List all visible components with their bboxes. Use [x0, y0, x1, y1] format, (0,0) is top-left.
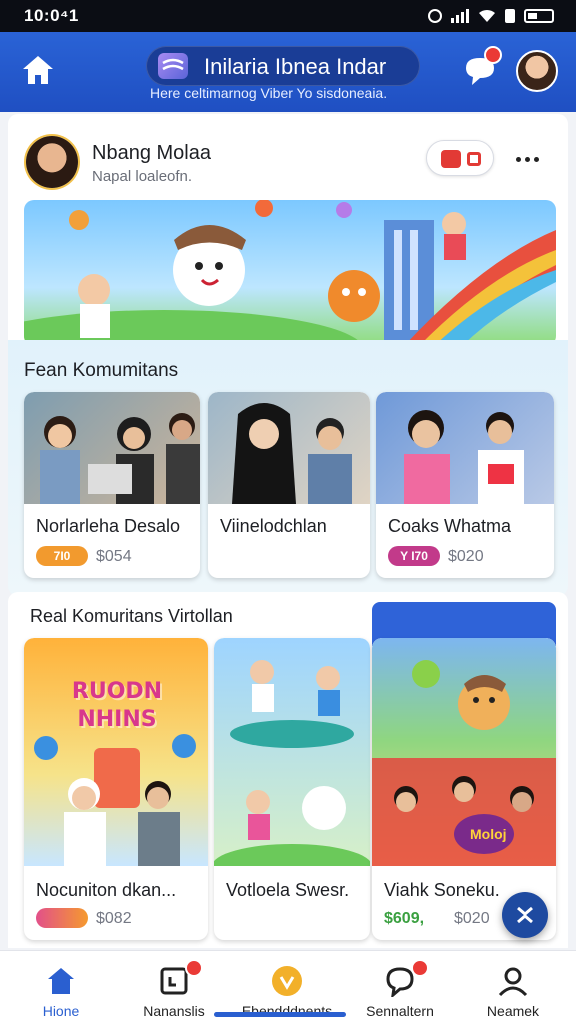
price-badge: Y I70 — [388, 546, 440, 566]
card-price: $020 — [448, 548, 484, 565]
section-title: Fean Komumitans — [24, 360, 179, 381]
nav-item-profile[interactable]: Neamek — [458, 961, 568, 1021]
community-card[interactable]: Norlarleha Desalo 7I0 $054 — [24, 392, 200, 578]
follow-button[interactable] — [426, 140, 494, 176]
app-logo-icon — [158, 53, 188, 79]
card-title: Viahk Soneku. — [384, 880, 500, 900]
community-card[interactable]: Coaks Whatma Y I70 $020 — [376, 392, 554, 578]
card-title: Viinelodchlan — [220, 516, 327, 536]
author-name[interactable]: Nbang Molaa — [92, 142, 211, 165]
card-title: Nocuniton dkan... — [36, 880, 177, 900]
tag-icon — [467, 152, 481, 166]
home-icon — [48, 968, 74, 994]
card-price-green: $609, — [384, 910, 425, 927]
notification-badge — [411, 959, 429, 977]
card-price: $054 — [96, 548, 132, 565]
app-subtitle: Here celtimarnog Viber Yo sisdoneaia. — [150, 85, 388, 101]
wifi-icon — [479, 9, 495, 22]
card-price: $082 — [96, 910, 132, 927]
status-bar: 10:0⁴1 — [0, 0, 576, 32]
user-avatar[interactable] — [516, 50, 558, 92]
status-time: 10:0⁴1 — [24, 6, 79, 25]
notification-badge — [185, 959, 203, 977]
app-title: Inilaria Ibnea Indar — [204, 54, 387, 79]
community-card[interactable]: Votloela Swesr. — [214, 638, 370, 940]
app-title-pill[interactable]: Inilaria Ibnea Indar — [146, 46, 420, 86]
nav-item-messages[interactable]: Sennaltern — [345, 959, 455, 1021]
more-options-button[interactable] — [516, 152, 544, 166]
status-icons — [428, 9, 554, 23]
nav-label: Hione — [42, 1003, 80, 1019]
battery-icon — [524, 9, 554, 23]
nav-label: Nananslis — [143, 1003, 205, 1019]
price-badge — [36, 908, 88, 928]
alarm-icon — [428, 9, 442, 23]
coin-icon — [272, 966, 302, 996]
messages-button[interactable] — [462, 46, 502, 88]
floating-action-button[interactable] — [502, 892, 548, 938]
community-card[interactable]: RUODN NHINS Nocuniton dkan... $082 — [24, 638, 208, 940]
card-image — [376, 392, 554, 504]
collapse-icon — [517, 906, 533, 924]
nav-label: Neamek — [486, 1003, 540, 1019]
nav-item-home[interactable]: Hione — [6, 961, 116, 1021]
nav-label: Sennaltern — [366, 1003, 434, 1019]
card-image — [24, 392, 200, 504]
sim-icon — [505, 9, 515, 23]
banner-illustration — [24, 200, 556, 346]
card-image: RUODN NHINS — [24, 638, 208, 866]
card-image — [214, 638, 370, 866]
card-art-text: RUODN NHINS — [71, 679, 163, 732]
gift-icon — [441, 150, 461, 168]
card-title: Norlarleha Desalo — [36, 516, 181, 536]
card-image: Moloj — [372, 638, 556, 866]
home-icon[interactable] — [20, 52, 56, 88]
card-image — [208, 392, 370, 504]
card-art-chip: Moloj — [470, 826, 507, 842]
community-card[interactable]: Viinelodchlan — [208, 392, 370, 578]
author-subtitle: Napal loaleofn. — [92, 168, 193, 185]
nav-item-calendar[interactable]: Nananslis — [119, 959, 229, 1021]
notification-badge — [484, 46, 502, 64]
price-badge: 7I0 — [36, 546, 88, 566]
profile-icon — [498, 967, 528, 997]
promo-banner[interactable] — [24, 200, 556, 346]
card-title: Coaks Whatma — [388, 516, 512, 536]
nav-active-indicator — [214, 1012, 346, 1017]
card-title: Votloela Swesr. — [226, 880, 350, 900]
card-price: $020 — [454, 910, 490, 927]
app-header: Inilaria Ibnea Indar Here celtimarnog Vi… — [0, 32, 576, 112]
section-title: Real Komuritans Virtollan — [30, 606, 233, 626]
author-avatar[interactable] — [26, 136, 78, 188]
signal-icon — [451, 9, 469, 23]
